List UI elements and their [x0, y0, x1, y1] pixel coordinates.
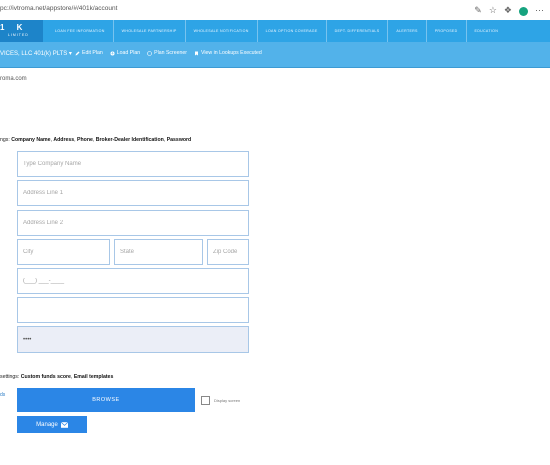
- city-input[interactable]: [17, 239, 110, 265]
- broker-dealer-id-input[interactable]: [17, 297, 249, 323]
- settings-item: Password: [166, 137, 192, 143]
- settings-item: Email templates: [73, 374, 114, 380]
- collections-icon[interactable]: ❖: [504, 3, 512, 17]
- extension-icon[interactable]: [519, 6, 528, 16]
- top-navigation: 1 K LIMITED LOAN FEE INFORMATION WHOLESA…: [0, 20, 550, 42]
- settings-item: Company Name: [11, 137, 51, 143]
- settings-prefix: settings:: [0, 374, 20, 380]
- account-domain: roma.com: [0, 76, 27, 82]
- manage-button[interactable]: Manage: [17, 416, 87, 433]
- phone-input[interactable]: [17, 268, 249, 294]
- plan-toolbar: VICES, LLC 401(k) PLTS ▾ Edit Plan Load …: [0, 42, 550, 68]
- nav-item[interactable]: PROPOSED: [427, 20, 467, 42]
- more-icon[interactable]: ⋯: [535, 3, 544, 17]
- logo-subtext: LIMITED: [8, 33, 29, 37]
- zip-code-input[interactable]: [207, 239, 249, 265]
- address-line-1-input[interactable]: [17, 180, 249, 206]
- plan-screener-button[interactable]: Plan Screener: [147, 50, 187, 56]
- settings-summary: ngs: Company Name, Address, Phone, Broke…: [0, 137, 192, 143]
- custom-settings-summary: settings: Custom funds score, Email temp…: [0, 374, 114, 380]
- settings-prefix: ngs:: [0, 137, 10, 143]
- state-input[interactable]: [114, 239, 203, 265]
- url-text[interactable]: pc://ivtroma.net/appstore/#/401k/account: [0, 5, 117, 12]
- envelope-icon: [60, 421, 68, 428]
- edit-icon: [75, 51, 80, 55]
- nav-item[interactable]: ALERTERS: [388, 20, 427, 42]
- translate-icon[interactable]: ✎: [474, 3, 482, 17]
- plan-actions: Edit Plan Load Plan Plan Screener View i…: [75, 50, 262, 56]
- browser-address-bar: pc://ivtroma.net/appstore/#/401k/account…: [0, 0, 550, 21]
- plan-selector[interactable]: VICES, LLC 401(k) PLTS ▾: [0, 50, 72, 57]
- nav-item[interactable]: DEPT. DIFFERENTIALS: [327, 20, 389, 42]
- side-label: ds: [0, 392, 6, 398]
- browse-button[interactable]: BROWSE: [17, 388, 195, 412]
- nav-items: LOAN FEE INFORMATION WHOLESALE PARTNERSH…: [47, 20, 506, 42]
- plan-screener-label: Plan Screener: [154, 50, 188, 56]
- logo-text: 1 K: [0, 23, 28, 32]
- load-plan-button[interactable]: Load Plan: [110, 50, 140, 56]
- brand-logo[interactable]: 1 K LIMITED: [0, 20, 43, 42]
- display-screen-checkbox[interactable]: [201, 396, 210, 405]
- bookmark-icon: [195, 51, 199, 55]
- manage-label: Manage: [36, 421, 58, 428]
- password-input[interactable]: [17, 326, 249, 353]
- browser-toolbar-icons: ✎ ☆ ❖ ⋯: [474, 3, 544, 17]
- settings-item: Broker-Dealer Identification: [95, 137, 164, 143]
- view-lookups-label: View in Lookups Executed: [201, 50, 262, 56]
- view-lookups-button[interactable]: View in Lookups Executed: [194, 50, 262, 56]
- settings-item: Phone: [77, 137, 93, 143]
- display-screen-label: Display screen: [214, 398, 241, 403]
- settings-item: Custom funds score: [20, 374, 71, 380]
- nav-item[interactable]: LOAN OPTION COVERAGE: [258, 20, 327, 42]
- edit-plan-button[interactable]: Edit Plan: [75, 50, 103, 56]
- nav-item[interactable]: LOAN FEE INFORMATION: [47, 20, 114, 42]
- address-line-2-input[interactable]: [17, 210, 249, 236]
- favorite-icon[interactable]: ☆: [489, 3, 497, 17]
- nav-item[interactable]: WHOLESALE PARTNERSHIP: [114, 20, 186, 42]
- nav-item[interactable]: EDUCATION: [467, 20, 507, 42]
- settings-item: Address: [53, 137, 75, 143]
- nav-item[interactable]: WHOLESALE NOTIFICATION: [186, 20, 258, 42]
- load-icon: [110, 51, 115, 55]
- load-plan-label: Load Plan: [116, 50, 141, 56]
- company-name-input[interactable]: [17, 151, 249, 177]
- edit-plan-label: Edit Plan: [82, 50, 103, 56]
- screener-icon: [147, 50, 152, 56]
